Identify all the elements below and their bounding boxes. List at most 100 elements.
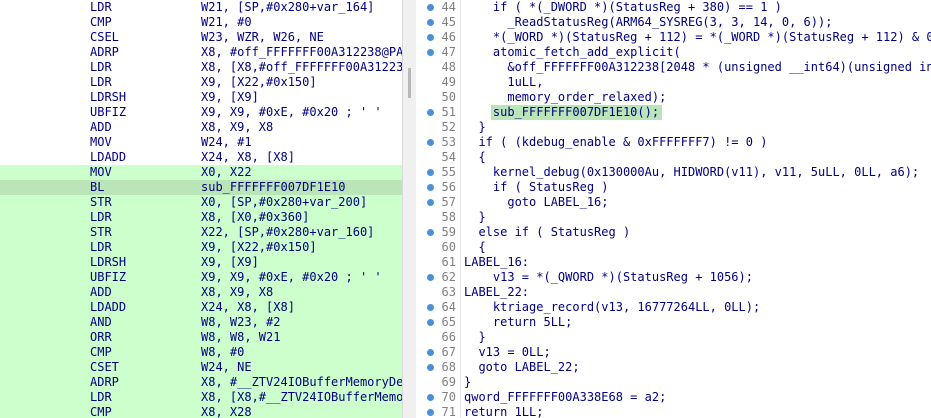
- pseudocode-line[interactable]: 45 _ReadStatusReg(ARM64_SYSREG(3, 3, 14,…: [416, 15, 931, 30]
- gutter-divider: [460, 120, 461, 135]
- asm-line[interactable]: LDR X8, [X0,#0x360]: [0, 210, 402, 225]
- breakpoint-dot-icon[interactable]: [427, 304, 434, 311]
- breakpoint-dot-icon[interactable]: [427, 34, 434, 41]
- asm-line[interactable]: UBFIZ X9, X9, #0xE, #0x20 ; ' ': [0, 105, 402, 120]
- disassembly-view[interactable]: LDR W21, [SP,#0x280+var_164] CMP W21, #0 CSE…: [0, 0, 402, 418]
- asm-line[interactable]: LDR X8, [X8,#__ZTV24IOBufferMemoryDescrip…: [0, 390, 402, 405]
- breakpoint-dot-icon[interactable]: [427, 349, 434, 356]
- asm-line[interactable]: LDR X9, [X22,#0x150]: [0, 75, 402, 90]
- pseudocode-line[interactable]: 54 {: [416, 150, 931, 165]
- pseudocode-line[interactable]: 46 *(_WORD *)(StatusReg + 112) = *(_WORD…: [416, 30, 931, 45]
- pseudocode-text: goto LABEL_22;: [464, 360, 580, 374]
- asm-line[interactable]: CMP W21, #0: [0, 15, 402, 30]
- asm-line[interactable]: ORR W8, W8, W21: [0, 330, 402, 345]
- breakpoint-dot-icon[interactable]: [427, 394, 434, 401]
- pseudocode-line[interactable]: 61 LABEL_16:: [416, 255, 931, 270]
- asm-line[interactable]: BL sub_FFFFFFF007DF1E10: [0, 180, 402, 195]
- asm-line[interactable]: LDRSH X9, [X9]: [0, 255, 402, 270]
- asm-operands: X8, [X8,#off_FFFFFFF00A312238@PAGEOFF]: [201, 60, 402, 74]
- asm-line[interactable]: ADRP X8, #off_FFFFFFF00A312238@PAGE: [0, 45, 402, 60]
- asm-line[interactable]: ADD X8, X9, X8: [0, 285, 402, 300]
- asm-line[interactable]: CMP W8, #0: [0, 345, 402, 360]
- line-number: 62: [441, 270, 456, 284]
- asm-line[interactable]: LDADD X24, X8, [X8]: [0, 150, 402, 165]
- pseudocode-line[interactable]: 71 return 1LL;: [416, 405, 931, 418]
- asm-line[interactable]: MOV X0, X22: [0, 165, 402, 180]
- asm-mnemonic: ADD: [90, 285, 112, 299]
- asm-line[interactable]: MOV W24, #1: [0, 135, 402, 150]
- pseudocode-line[interactable]: 53 if ( (kdebug_enable & 0xFFFFFFF7) != …: [416, 135, 931, 150]
- asm-line[interactable]: UBFIZ X9, X9, #0xE, #0x20 ; ' ': [0, 270, 402, 285]
- pseudocode-line[interactable]: 60 {: [416, 240, 931, 255]
- pseudocode-text: qword_FFFFFFF00A338E68 = a2;: [464, 390, 667, 404]
- pseudocode-line[interactable]: 47 atomic_fetch_add_explicit(: [416, 45, 931, 60]
- breakpoint-dot-icon[interactable]: [427, 364, 434, 371]
- asm-line[interactable]: AND W8, W23, #2: [0, 315, 402, 330]
- breakpoint-dot-icon[interactable]: [427, 139, 434, 146]
- asm-operands: X8, [X0,#0x360]: [201, 210, 310, 224]
- gutter-divider: [460, 90, 461, 105]
- asm-operands: X0, X22: [201, 165, 252, 179]
- gutter-divider: [460, 225, 461, 240]
- pseudocode-line[interactable]: 58 }: [416, 210, 931, 225]
- breakpoint-dot-icon[interactable]: [427, 4, 434, 11]
- asm-mnemonic: LDR: [90, 75, 112, 89]
- gutter-divider: [460, 360, 461, 375]
- breakpoint-dot-icon[interactable]: [427, 19, 434, 26]
- pseudocode-line[interactable]: 64 ktriage_record(v13, 16777264LL, 0LL);: [416, 300, 931, 315]
- pseudocode-text: ktriage_record(v13, 16777264LL, 0LL);: [464, 300, 761, 314]
- asm-line[interactable]: LDADD X24, X8, [X8]: [0, 300, 402, 315]
- pseudocode-text: memory_order_relaxed);: [464, 90, 667, 104]
- pane-splitter[interactable]: [402, 0, 416, 418]
- asm-line[interactable]: ADD X8, X9, X8: [0, 120, 402, 135]
- pseudocode-line[interactable]: 48 &off_FFFFFFF00A312238[2048 * (unsigne…: [416, 60, 931, 75]
- pseudocode-line[interactable]: 55 kernel_debug(0x130000Au, HIDWORD(v11)…: [416, 165, 931, 180]
- pseudocode-line[interactable]: 63 LABEL_22:: [416, 285, 931, 300]
- breakpoint-dot-icon[interactable]: [427, 169, 434, 176]
- pseudocode-line[interactable]: 66 }: [416, 330, 931, 345]
- breakpoint-dot-icon[interactable]: [427, 319, 434, 326]
- asm-line[interactable]: CMP X8, X28: [0, 405, 402, 418]
- asm-line[interactable]: LDR X8, [X8,#off_FFFFFFF00A312238@PAGEOFF…: [0, 60, 402, 75]
- asm-operands: W21, [SP,#0x280+var_164]: [201, 0, 375, 14]
- pseudocode-view[interactable]: 44 if ( *(_DWORD *)(StatusReg + 380) == …: [416, 0, 931, 418]
- asm-mnemonic: CMP: [90, 405, 112, 418]
- pseudocode-line[interactable]: 57 goto LABEL_16;: [416, 195, 931, 210]
- breakpoint-dot-icon[interactable]: [427, 49, 434, 56]
- pseudocode-text: v13 = *(_QWORD *)(StatusReg + 1056);: [464, 270, 753, 284]
- line-number: 54: [441, 150, 456, 164]
- asm-line[interactable]: ADRP X8, #__ZTV24IOBufferMemoryDescriptor…: [0, 375, 402, 390]
- breakpoint-dot-icon[interactable]: [427, 229, 434, 236]
- pseudocode-line[interactable]: 67 v13 = 0LL;: [416, 345, 931, 360]
- asm-line[interactable]: LDR W21, [SP,#0x280+var_164]: [0, 0, 402, 15]
- pseudocode-line[interactable]: 69}: [416, 375, 931, 390]
- breakpoint-dot-icon[interactable]: [427, 409, 434, 416]
- breakpoint-dot-icon[interactable]: [427, 274, 434, 281]
- pseudocode-line[interactable]: 56 if ( StatusReg ): [416, 180, 931, 195]
- asm-line[interactable]: LDRSH X9, [X9]: [0, 90, 402, 105]
- breakpoint-dot-icon[interactable]: [427, 199, 434, 206]
- asm-mnemonic: AND: [90, 315, 112, 329]
- breakpoint-dot-icon[interactable]: [427, 109, 434, 116]
- pseudocode-line[interactable]: 50 memory_order_relaxed);: [416, 90, 931, 105]
- splitter-grip[interactable]: [408, 68, 411, 98]
- line-number: 47: [441, 45, 456, 59]
- asm-line[interactable]: STR X0, [SP,#0x280+var_200]: [0, 195, 402, 210]
- asm-line[interactable]: STR X22, [SP,#0x280+var_160]: [0, 225, 402, 240]
- pseudocode-line[interactable]: 68 goto LABEL_22;: [416, 360, 931, 375]
- pseudocode-line[interactable]: 49 1uLL,: [416, 75, 931, 90]
- asm-operands: X9, [X9]: [201, 90, 259, 104]
- asm-line[interactable]: CSEL W23, WZR, W26, NE: [0, 30, 402, 45]
- pseudocode-line[interactable]: 59 else if ( StatusReg ): [416, 225, 931, 240]
- asm-line[interactable]: CSET W24, NE: [0, 360, 402, 375]
- pseudocode-line[interactable]: 44 if ( *(_DWORD *)(StatusReg + 380) == …: [416, 0, 931, 15]
- asm-line[interactable]: LDR X9, [X22,#0x150]: [0, 240, 402, 255]
- pseudocode-line[interactable]: 70 qword_FFFFFFF00A338E68 = a2;: [416, 390, 931, 405]
- pseudocode-line[interactable]: 51 sub_FFFFFFF007DF1E10();: [416, 105, 931, 120]
- asm-operands: X22, [SP,#0x280+var_160]: [201, 225, 375, 239]
- breakpoint-dot-icon[interactable]: [427, 184, 434, 191]
- pseudocode-text: sub_FFFFFFF007DF1E10();: [464, 105, 660, 119]
- pseudocode-line[interactable]: 52 }: [416, 120, 931, 135]
- pseudocode-line[interactable]: 65 return 5LL;: [416, 315, 931, 330]
- pseudocode-line[interactable]: 62 v13 = *(_QWORD *)(StatusReg + 1056);: [416, 270, 931, 285]
